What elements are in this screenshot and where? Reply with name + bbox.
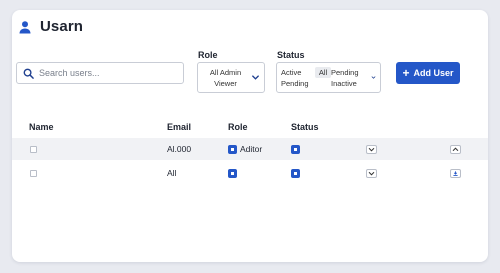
chevron-down-icon (252, 75, 259, 80)
column-header-name: Name (29, 122, 54, 132)
row-checkbox[interactable] (30, 145, 37, 153)
plus-icon: + (402, 66, 410, 80)
chevron-down-icon (368, 171, 375, 175)
role-option-viewer[interactable]: Viewer (214, 78, 237, 89)
status-filter-label: Status (277, 50, 305, 60)
table-row: Al.000 Aditor (12, 138, 488, 160)
row-expand-button[interactable] (366, 168, 377, 178)
status-option-pending-2[interactable]: Pending (281, 79, 315, 88)
column-header-status: Status (291, 122, 319, 132)
column-header-role: Role (228, 122, 248, 132)
chevron-down-icon (371, 76, 376, 79)
table-row: All (12, 162, 488, 184)
role-badge-icon (228, 168, 237, 178)
search-input[interactable] (39, 68, 179, 78)
status-option-inactive[interactable]: Inactive (331, 79, 369, 88)
page-title: Usarn (40, 18, 84, 35)
column-header-email: Email (167, 122, 192, 132)
status-option-all[interactable]: All (315, 66, 331, 78)
add-user-label: Add User (413, 68, 454, 78)
status-badge-icon (291, 144, 300, 154)
users-panel (12, 10, 488, 262)
search-box[interactable] (16, 62, 184, 84)
status-filter-select[interactable]: Active All Pending Pending Inactive (276, 62, 381, 93)
add-user-button[interactable]: + Add User (396, 62, 460, 84)
chevron-up-icon (452, 147, 459, 151)
row-collapse-button[interactable] (450, 144, 461, 154)
role-filter-label: Role (198, 50, 218, 60)
row-download-button[interactable] (450, 168, 461, 178)
status-badge-icon (291, 168, 300, 178)
row-checkbox[interactable] (30, 169, 37, 177)
user-icon (18, 20, 32, 34)
role-filter-select[interactable]: All Admin Viewer (197, 62, 265, 93)
role-option-all-admin[interactable]: All Admin (210, 67, 241, 78)
email-cell: Al.000 (167, 144, 192, 154)
email-cell: All (167, 168, 177, 178)
role-badge-icon (228, 144, 237, 154)
status-option-pending[interactable]: Pending (331, 68, 369, 77)
search-icon (23, 68, 34, 79)
download-icon (453, 170, 458, 176)
row-expand-button[interactable] (366, 144, 377, 154)
chevron-down-icon (368, 147, 375, 151)
page-header: Usarn (18, 18, 83, 35)
status-option-active[interactable]: Active (281, 68, 315, 77)
role-cell: Aditor (240, 144, 263, 154)
